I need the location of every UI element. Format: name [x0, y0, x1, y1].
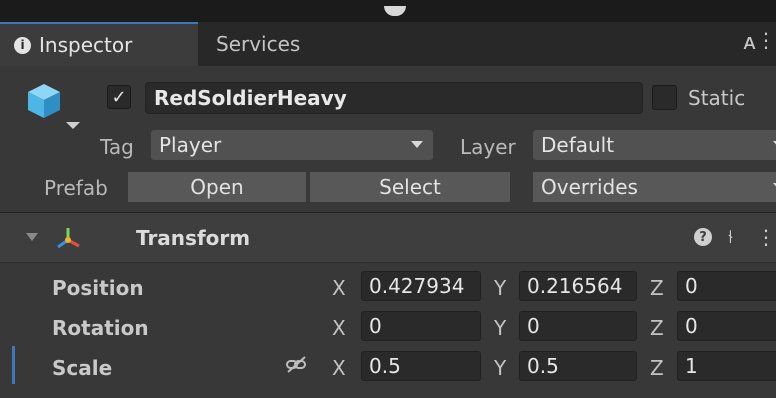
- scale-link-icon[interactable]: [285, 356, 309, 374]
- axis-x-label[interactable]: X: [332, 316, 346, 340]
- position-x-field[interactable]: 0.427934: [361, 271, 481, 301]
- info-icon: i: [14, 36, 31, 54]
- prefab-label: Prefab: [44, 176, 108, 200]
- tab-services[interactable]: Services: [216, 22, 300, 66]
- gameobject-cube-icon[interactable]: [26, 82, 86, 134]
- gameobject-name-field[interactable]: RedSoldierHeavy: [145, 82, 643, 114]
- inspector-window: i Inspector Services ᴀ ⋮ ✓ RedSoldierHea…: [0, 0, 776, 398]
- window-top-strip: [0, 0, 776, 22]
- rotation-x-field[interactable]: 0: [361, 311, 481, 341]
- layer-dropdown[interactable]: Default: [533, 130, 776, 160]
- position-y-field[interactable]: 0.216564: [519, 271, 637, 301]
- axis-x-label[interactable]: X: [332, 356, 346, 380]
- help-icon[interactable]: ?: [694, 228, 712, 246]
- scale-z-field[interactable]: 1: [677, 351, 776, 381]
- prefab-open-button[interactable]: Open: [128, 172, 306, 202]
- rotation-z-field[interactable]: 0: [677, 311, 776, 341]
- axis-x-label[interactable]: X: [332, 276, 346, 300]
- overrides-label: Overrides: [541, 175, 638, 199]
- axis-z-label[interactable]: Z: [650, 356, 664, 380]
- layer-value: Default: [541, 133, 615, 157]
- scale-y-field[interactable]: 0.5: [519, 351, 637, 381]
- component-title: Transform: [136, 226, 251, 250]
- tag-label: Tag: [100, 135, 134, 159]
- tag-value: Player: [159, 133, 222, 157]
- axis-z-label[interactable]: Z: [650, 316, 664, 340]
- transform-header[interactable]: [0, 213, 776, 263]
- more-icon[interactable]: ⋮: [756, 28, 776, 52]
- layer-label: Layer: [460, 135, 516, 159]
- axis-z-label[interactable]: Z: [650, 276, 664, 300]
- prefab-overrides-dropdown[interactable]: Overrides: [533, 172, 776, 202]
- component-menu-icon[interactable]: ⋮: [756, 225, 776, 249]
- position-z-field[interactable]: 0: [677, 271, 776, 301]
- static-label: Static: [688, 86, 746, 110]
- tab-services-label: Services: [216, 32, 301, 56]
- override-marker: [12, 346, 15, 384]
- prefab-select-button[interactable]: Select: [310, 172, 510, 202]
- foldout-arrow-icon[interactable]: [26, 233, 38, 241]
- position-label: Position: [52, 276, 144, 300]
- active-checkbox[interactable]: ✓: [107, 85, 131, 109]
- tab-inspector[interactable]: i Inspector: [0, 22, 198, 66]
- presets-icon[interactable]: ⫮: [728, 226, 733, 248]
- axis-y-label[interactable]: Y: [494, 356, 506, 380]
- scale-label: Scale: [52, 356, 113, 380]
- static-checkbox[interactable]: [652, 85, 677, 110]
- transform-axes-icon: [57, 228, 80, 249]
- scale-x-field[interactable]: 0.5: [361, 351, 481, 381]
- axis-y-label[interactable]: Y: [494, 276, 506, 300]
- tag-dropdown[interactable]: Player: [151, 130, 433, 160]
- rotation-y-field[interactable]: 0: [519, 311, 637, 341]
- window-drag-handle[interactable]: [384, 6, 406, 16]
- axis-y-label[interactable]: Y: [494, 316, 506, 340]
- lock-icon[interactable]: ᴀ: [743, 30, 756, 55]
- rotation-label: Rotation: [52, 316, 149, 340]
- tab-inspector-label: Inspector: [39, 33, 133, 57]
- chevron-down-icon: [411, 141, 423, 148]
